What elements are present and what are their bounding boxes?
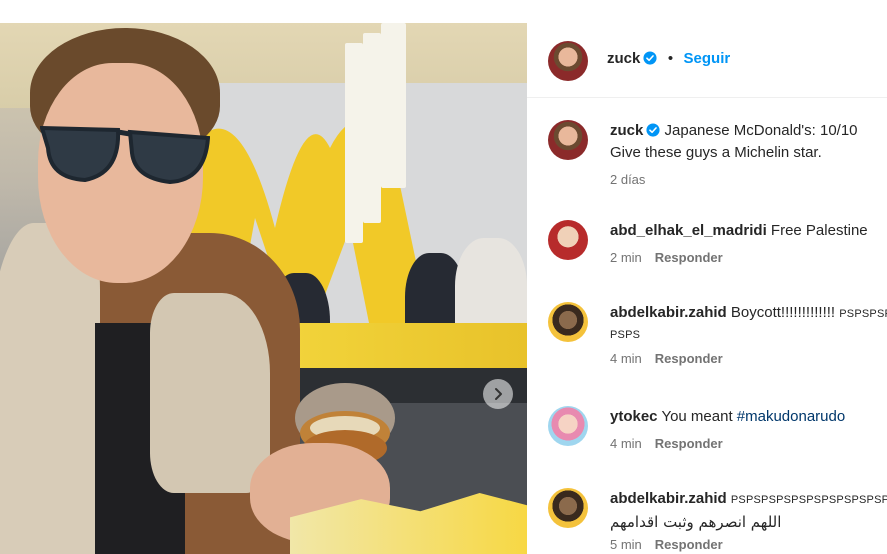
comment-body: ytokec You meant #makudonarudo 4 min Resp… (610, 406, 887, 452)
follow-button[interactable]: Seguir (684, 50, 731, 67)
caption-text: Give these guys a Michelin star. (610, 144, 822, 161)
comment-text: اللهم انصرهم وثبت اقدامهم (610, 513, 782, 531)
hashtag-link[interactable]: #makudonarudo (737, 408, 845, 425)
verified-badge-icon (643, 51, 657, 65)
chevron-right-icon (495, 388, 502, 400)
comment-text: PSPSPSPSPSPSPSPSPSPSPS (730, 494, 887, 506)
comment-username[interactable]: ytokec (610, 408, 658, 425)
post-header-line: zuck • Seguir (607, 50, 730, 68)
caption-body: zuck Japanese McDonald's: 10/10 Give the… (610, 120, 887, 188)
post-side-panel: zuck • Seguir zuck Japanese McDonald's: … (527, 23, 887, 554)
avatar[interactable] (548, 488, 588, 528)
reply-button[interactable]: Responder (655, 250, 723, 265)
comment-text: PSPSPSPSPS (839, 308, 887, 320)
comment-username[interactable]: abdelkabir.zahid (610, 490, 727, 507)
jacket-collar (150, 293, 270, 493)
reply-button[interactable]: Responder (655, 351, 723, 366)
avatar[interactable] (548, 220, 588, 260)
next-photo-button[interactable] (483, 379, 513, 409)
avatar[interactable] (548, 302, 588, 342)
counter-top (285, 323, 527, 368)
comment-body: abdelkabir.zahid Boycott!!!!!!!!!!!!! PS… (610, 302, 887, 367)
avatar[interactable] (548, 120, 588, 160)
light-tube (363, 33, 381, 223)
light-tube (381, 23, 406, 188)
post-header: zuck • Seguir (527, 23, 887, 98)
separator-dot: • (667, 50, 674, 67)
comment-age[interactable]: 2 min (610, 250, 642, 265)
sunglasses (40, 125, 210, 185)
caption-text: Japanese McDonald's: 10/10 (664, 122, 858, 139)
post-photo (0, 23, 527, 554)
comment-username[interactable]: abd_elhak_el_madridi (610, 222, 767, 239)
avatar[interactable] (548, 406, 588, 446)
reply-button[interactable]: Responder (655, 436, 723, 451)
light-tube (345, 43, 363, 243)
comment-text: Free Palestine (770, 222, 868, 239)
comment-text: Boycott!!!!!!!!!!!!! (730, 304, 836, 321)
avatar[interactable] (548, 41, 588, 81)
comment-age[interactable]: 5 min (610, 537, 642, 552)
post-author-username[interactable]: zuck (607, 50, 640, 67)
comment-body: abd_elhak_el_madridi Free Palestine 2 mi… (610, 220, 887, 266)
comment-body: abdelkabir.zahid PSPSPSPSPSPSPSPSPSPSPS … (610, 488, 887, 553)
comment-text: You meant (661, 408, 737, 425)
comment-username[interactable]: abdelkabir.zahid (610, 304, 727, 321)
caption-username[interactable]: zuck (610, 122, 643, 139)
comment-age[interactable]: 4 min (610, 436, 642, 451)
comment-age[interactable]: 4 min (610, 351, 642, 366)
post-age[interactable]: 2 días (610, 172, 887, 188)
top-bar (0, 0, 887, 23)
reply-button[interactable]: Responder (655, 537, 723, 552)
comment-text: PSPS (610, 329, 641, 341)
verified-badge-icon (646, 123, 660, 137)
